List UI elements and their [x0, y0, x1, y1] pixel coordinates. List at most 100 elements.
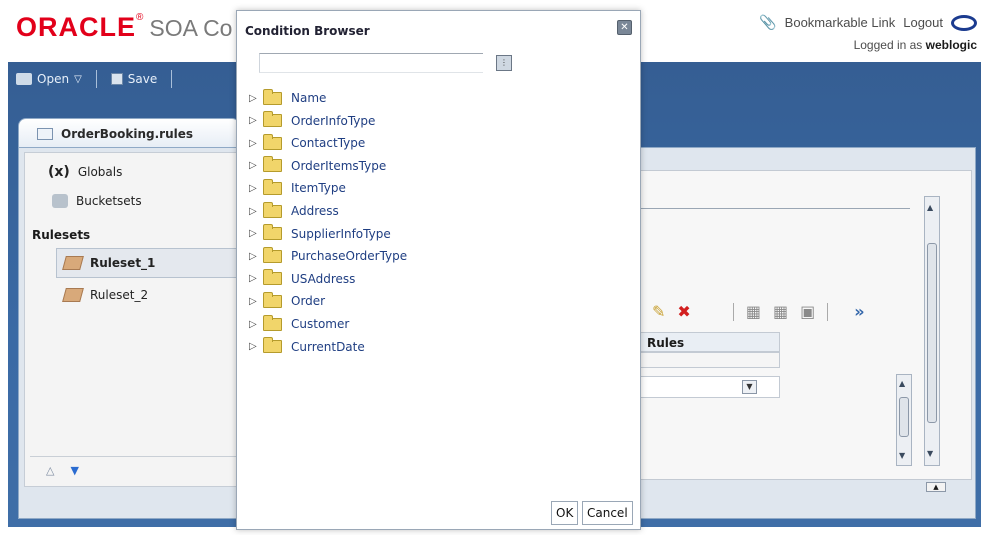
tree-item[interactable]: ▷ OrderItemsType	[249, 156, 387, 173]
tree-item-label: USAddress	[291, 271, 356, 286]
bucketset-icon	[52, 194, 68, 208]
dropdown-arrow-icon[interactable]: ▼	[742, 380, 757, 394]
tree-item-label: OrderItemsType	[291, 158, 387, 173]
logged-in-status: Logged in as weblogic	[854, 38, 977, 52]
expression-picker-icon[interactable]: ⋮	[496, 55, 512, 71]
tree-item-label: ItemType	[291, 181, 346, 196]
expand-icon[interactable]: ▷	[249, 160, 261, 171]
folder-icon	[263, 178, 282, 195]
product-name: SOA Co	[149, 15, 233, 41]
scroll-thumb[interactable]	[899, 397, 909, 437]
delete-icon[interactable]: ✖	[677, 302, 690, 321]
folder-icon	[263, 246, 282, 263]
tab-label: OrderBooking.rules	[61, 126, 194, 141]
save-button[interactable]: Save	[110, 72, 157, 86]
close-icon[interactable]: ✕	[617, 20, 632, 35]
rulesets-header: Rulesets	[32, 228, 91, 242]
scroll-down-icon[interactable]: ▼	[927, 449, 933, 458]
username: weblogic	[925, 38, 977, 52]
condition-browser-dialog: Condition Browser ✕ ⋮ ▷ Name ▷ OrderInfoTy…	[236, 10, 641, 530]
table-scrollbar[interactable]: ▲ ▼	[896, 374, 912, 466]
tree-item-label: Customer	[291, 317, 350, 331]
panel-scrollbar[interactable]: ▲ ▼	[924, 196, 940, 466]
edit-icon[interactable]: ✎	[652, 302, 665, 321]
scroll-up-icon[interactable]: ▲	[899, 379, 905, 388]
tree-item[interactable]: ▷ Customer	[249, 314, 350, 331]
ruleset-item-2[interactable]: Ruleset_2	[62, 288, 148, 302]
ruleset-item-1[interactable]: Ruleset_1	[62, 256, 155, 270]
move-up-icon[interactable]: △	[46, 464, 54, 477]
search-input[interactable]	[259, 53, 483, 73]
header-links: 📎 Bookmarkable Link Logout	[759, 14, 977, 31]
scroll-down-icon[interactable]: ▼	[899, 451, 905, 460]
scroll-thumb[interactable]	[927, 243, 937, 423]
expand-icon[interactable]: ▷	[249, 341, 261, 352]
cancel-button[interactable]: Cancel	[582, 501, 633, 525]
save-icon	[110, 73, 123, 85]
folder-icon	[263, 133, 282, 150]
bookmarkable-link[interactable]: Bookmarkable Link	[785, 15, 896, 30]
tree-item-label: Name	[291, 91, 327, 105]
expand-icon[interactable]: ▷	[249, 251, 261, 262]
expand-icon[interactable]: ▷	[249, 206, 261, 217]
tree-item[interactable]: ▷ ContactType	[249, 133, 365, 150]
rules-header-row	[640, 352, 780, 368]
tree-item-label: PurchaseOrderType	[291, 249, 408, 264]
tree-item-label: SupplierInfoType	[291, 226, 391, 241]
folder-icon	[263, 337, 282, 354]
open-button[interactable]: Open ▽	[16, 72, 82, 86]
variable-icon: (x)	[48, 164, 70, 180]
paperclip-icon: 📎	[759, 14, 777, 30]
folder-icon	[263, 269, 282, 286]
expand-icon[interactable]: ▷	[249, 273, 261, 284]
oracle-logo: ORACLE® SOA Co	[16, 12, 232, 43]
expand-icon[interactable]: ▷	[249, 115, 261, 126]
expand-icon[interactable]: ▷	[249, 296, 261, 307]
insert-column-icon[interactable]: ▦	[773, 302, 788, 321]
tree-item-label: Address	[291, 204, 339, 218]
insert-row-icon[interactable]: ▦	[746, 302, 761, 321]
open-label: Open	[37, 72, 70, 86]
folder-icon	[263, 224, 282, 241]
tree-item[interactable]: ▷ USAddress	[249, 269, 356, 286]
expand-icon[interactable]: ▷	[249, 228, 261, 239]
more-chevron-icon[interactable]: »	[854, 302, 864, 321]
tree-item[interactable]: ▷ Address	[249, 201, 339, 218]
collapse-icon[interactable]: ▲	[926, 482, 946, 492]
tree-item[interactable]: ▷ CurrentDate	[249, 337, 365, 354]
folder-icon	[263, 111, 282, 128]
ruleset-icon	[62, 256, 84, 270]
move-down-icon[interactable]: ▼	[70, 464, 78, 477]
tree-item[interactable]: ▷ SupplierInfoType	[249, 224, 391, 241]
oracle-ring-icon	[951, 14, 977, 31]
logout-link[interactable]: Logout	[903, 15, 943, 30]
ok-button[interactable]: OK	[551, 501, 579, 525]
tree-item[interactable]: ▷ OrderInfoType	[249, 111, 376, 128]
book-icon	[37, 127, 53, 140]
bucketsets-item[interactable]: Bucketsets	[52, 194, 142, 208]
tree-item[interactable]: ▷ Order	[249, 291, 325, 308]
tree-item[interactable]: ▷ PurchaseOrderType	[249, 246, 408, 264]
navigator-footer: △ ▼	[30, 456, 243, 484]
folder-icon	[263, 291, 282, 308]
expand-icon[interactable]: ▷	[249, 93, 261, 104]
expand-icon[interactable]: ▷	[249, 183, 261, 194]
toolbar-divider	[827, 302, 829, 321]
tab-orderbooking-rules[interactable]: OrderBooking.rules	[18, 118, 240, 148]
scroll-up-icon[interactable]: ▲	[927, 203, 933, 212]
logged-in-prefix: Logged in as	[853, 38, 923, 52]
expand-icon[interactable]: ▷	[249, 319, 261, 330]
tree-item-label: OrderInfoType	[291, 113, 376, 128]
brand-name: ORACLE	[16, 12, 136, 42]
expand-icon[interactable]: ▷	[249, 138, 261, 149]
rules-cell[interactable]	[640, 376, 780, 398]
bucketsets-label: Bucketsets	[76, 194, 142, 208]
globals-label: Globals	[77, 165, 123, 179]
divider	[640, 208, 910, 209]
validate-icon[interactable]: ▣	[800, 302, 815, 321]
globals-item[interactable]: (x) Globals	[48, 164, 122, 180]
tree-item[interactable]: ▷ ItemType	[249, 178, 346, 196]
tree-item[interactable]: ▷ Name	[249, 88, 327, 105]
chevron-down-icon[interactable]: ▽	[74, 74, 82, 85]
folder-icon	[263, 156, 282, 173]
